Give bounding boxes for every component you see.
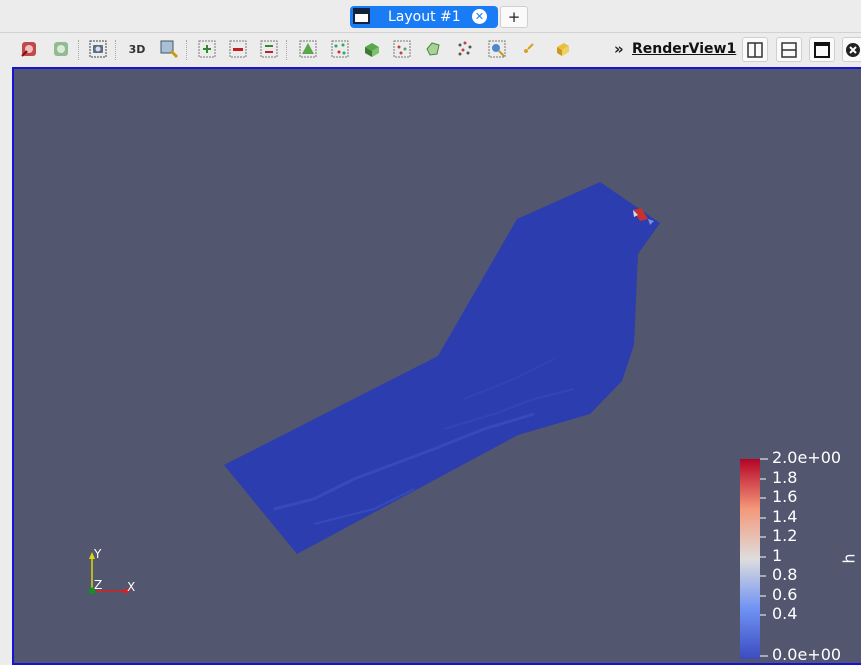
colorbar-tick-label: 2.0e+00 — [772, 448, 842, 467]
select-frustum-cells-icon[interactable] — [361, 38, 383, 60]
colorbar-tick-label: 0.6 — [772, 585, 798, 604]
mesh-surface — [224, 182, 660, 554]
zoom-in-icon[interactable] — [196, 38, 218, 60]
render-view-toolbar: 3D » RenderView1 — [0, 33, 861, 66]
maximize-icon[interactable] — [809, 37, 835, 62]
colorbar-gradient — [740, 459, 760, 659]
axis-label-y: Y — [94, 547, 102, 561]
tab-layout-1[interactable]: Layout #1 ✕ — [350, 6, 498, 28]
zoom-out-icon[interactable] — [227, 38, 249, 60]
split-horizontal-icon[interactable] — [742, 37, 768, 62]
tab-bar: Layout #1 ✕ + — [0, 0, 861, 33]
select-surface-cells-icon[interactable] — [297, 38, 319, 60]
more-toolbar-icon[interactable]: » — [614, 40, 624, 58]
colorbar-tick-label: 0.8 — [772, 565, 798, 584]
select-surface-points-icon[interactable] — [329, 38, 351, 60]
render-view-label[interactable]: RenderView1 — [632, 41, 736, 57]
tab-layout-1-label: Layout #1 — [388, 9, 461, 25]
capture-screenshot-icon[interactable] — [87, 38, 109, 60]
colorbar-title: h — [839, 553, 859, 564]
colorbar-tick-label: 1.8 — [772, 468, 798, 487]
interactive-select-icon[interactable] — [486, 38, 508, 60]
colorbar-tick-label: 1 — [772, 546, 783, 565]
colorbar-tick-label: 0.0e+00 — [772, 645, 842, 664]
render-view-viewport[interactable]: 2.0e+00 1.8 1.6 1.4 1.2 1 0.8 0.6 0.4 0.… — [12, 67, 861, 665]
select-polygon-points-icon[interactable] — [454, 38, 476, 60]
layout-window-icon — [353, 8, 370, 24]
zoom-to-box-icon[interactable] — [158, 38, 180, 60]
colorbar-ticks — [760, 458, 768, 657]
close-tab-icon[interactable]: ✕ — [472, 9, 487, 24]
split-vertical-icon[interactable] — [776, 37, 802, 62]
reset-camera-closest-icon[interactable] — [50, 38, 72, 60]
reset-camera-icon[interactable] — [18, 38, 40, 60]
colorbar-tick-label: 0.4 — [772, 604, 798, 623]
close-view-icon[interactable] — [842, 37, 861, 62]
axis-label-x: X — [127, 580, 136, 594]
hover-points-icon[interactable] — [517, 38, 539, 60]
select-frustum-points-icon[interactable] — [391, 38, 413, 60]
axis-label-z: Z — [94, 578, 103, 592]
select-polygon-cells-icon[interactable] — [422, 38, 444, 60]
grow-selection-icon[interactable] — [551, 38, 573, 60]
colorbar-tick-label: 1.4 — [772, 507, 798, 526]
colorbar-tick-label: 1.2 — [772, 526, 798, 545]
toggle-3d-button[interactable]: 3D — [126, 38, 148, 60]
add-tab-button[interactable]: + — [500, 6, 528, 28]
colorbar-tick-label: 1.6 — [772, 487, 798, 506]
zoom-closest-icon[interactable] — [258, 38, 280, 60]
render-scene — [88, 182, 768, 659]
